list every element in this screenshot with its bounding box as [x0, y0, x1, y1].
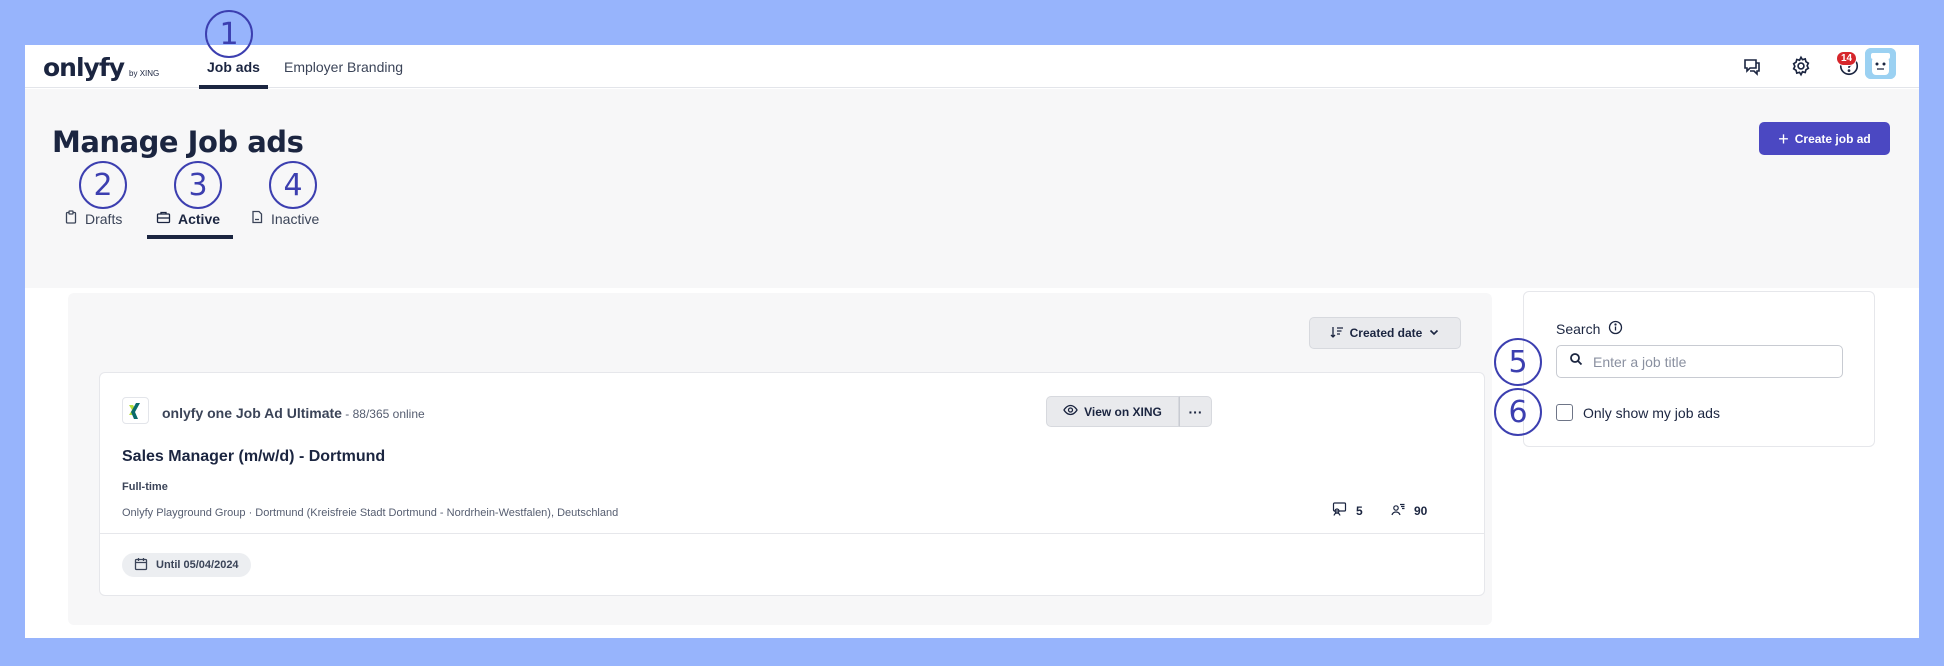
only-my-job-ads-checkbox[interactable] [1556, 404, 1573, 421]
search-input[interactable] [1593, 353, 1823, 370]
tab-inactive-label: Inactive [271, 210, 320, 227]
applications-metric[interactable]: 5 [1332, 502, 1363, 519]
gear-icon[interactable] [1787, 52, 1815, 80]
applications-count: 5 [1356, 503, 1363, 518]
briefcase-icon [156, 210, 171, 227]
job-product-name: onlyfy one Job Ad Ultimate [162, 405, 342, 421]
card-divider [100, 533, 1484, 534]
search-icon [1569, 352, 1583, 371]
nav-tab-job-ads[interactable]: Job ads [207, 59, 260, 75]
search-input-field[interactable] [1556, 345, 1843, 378]
tab-active-label: Active [178, 210, 221, 227]
applications-icon [1332, 502, 1348, 519]
nav-tab-employer-branding[interactable]: Employer Branding [284, 59, 403, 75]
sort-label: Created date [1349, 326, 1423, 340]
search-label: Search [1556, 321, 1601, 337]
candidates-metric[interactable]: 90 [1390, 502, 1427, 519]
avatar[interactable] [1865, 48, 1896, 79]
annotation-marker-1: 1 [205, 10, 253, 58]
eye-icon [1063, 404, 1078, 419]
subtab-active-indicator [147, 235, 233, 239]
plus-icon: + [1778, 128, 1789, 149]
search-heading: Search [1556, 320, 1623, 338]
expiry-date-chip: Until 05/04/2024 [122, 553, 251, 577]
job-online-count: - 88/365 online [341, 407, 425, 421]
annotation-marker-5: 5 [1494, 338, 1542, 386]
chevron-down-icon [1428, 326, 1440, 341]
job-location: Onlyfy Playground Group · Dortmund (Krei… [122, 507, 619, 519]
tab-active[interactable]: Active [156, 210, 220, 227]
tab-inactive[interactable]: Inactive [250, 210, 319, 227]
annotation-marker-6: 6 [1494, 388, 1542, 436]
top-navigation: onlyfy by XING Job ads Employer Branding… [25, 45, 1919, 89]
job-product-info: onlyfy one Job Ad Ultimate - 88/365 onli… [162, 405, 425, 421]
document-icon [250, 210, 264, 227]
logo-text: onlyfy [43, 53, 125, 82]
notification-badge: 14 [1836, 51, 1858, 66]
annotation-marker-2: 2 [79, 161, 127, 209]
info-icon[interactable] [1608, 320, 1623, 338]
view-on-xing-button[interactable]: View on XING [1046, 396, 1179, 427]
clipboard-icon [64, 210, 78, 227]
candidates-icon [1390, 502, 1406, 519]
job-title[interactable]: Sales Manager (m/w/d) - Dortmund [122, 448, 385, 466]
create-job-ad-button[interactable]: + Create job ad [1759, 122, 1890, 155]
annotation-marker-3: 3 [174, 161, 222, 209]
only-my-job-ads-label: Only show my job ads [1583, 404, 1720, 421]
onlyfy-logo[interactable]: onlyfy by XING [43, 53, 159, 82]
job-employment-type: Full-time [122, 481, 168, 493]
app-window: onlyfy by XING Job ads Employer Branding… [25, 45, 1919, 638]
annotation-marker-4: 4 [269, 161, 317, 209]
view-on-xing-label: View on XING [1084, 404, 1162, 419]
job-ad-card[interactable]: onlyfy one Job Ad Ultimate - 88/365 onli… [99, 372, 1485, 596]
page-title: Manage Job ads [52, 125, 304, 159]
tab-drafts-label: Drafts [85, 210, 123, 227]
tab-drafts[interactable]: Drafts [64, 210, 122, 227]
sort-dropdown-button[interactable]: Created date [1309, 317, 1461, 349]
more-options-button[interactable]: ··· [1179, 396, 1212, 427]
logo-subtext: by XING [129, 69, 160, 78]
create-job-ad-label: Create job ad [1794, 131, 1871, 146]
expiry-date-label: Until 05/04/2024 [156, 559, 239, 571]
chat-icon[interactable] [1738, 52, 1766, 80]
xing-logo-icon [122, 397, 149, 424]
candidates-count: 90 [1414, 503, 1428, 518]
sort-icon [1330, 325, 1344, 342]
calendar-icon [134, 557, 148, 574]
only-my-job-ads-option[interactable]: Only show my job ads [1556, 404, 1720, 421]
